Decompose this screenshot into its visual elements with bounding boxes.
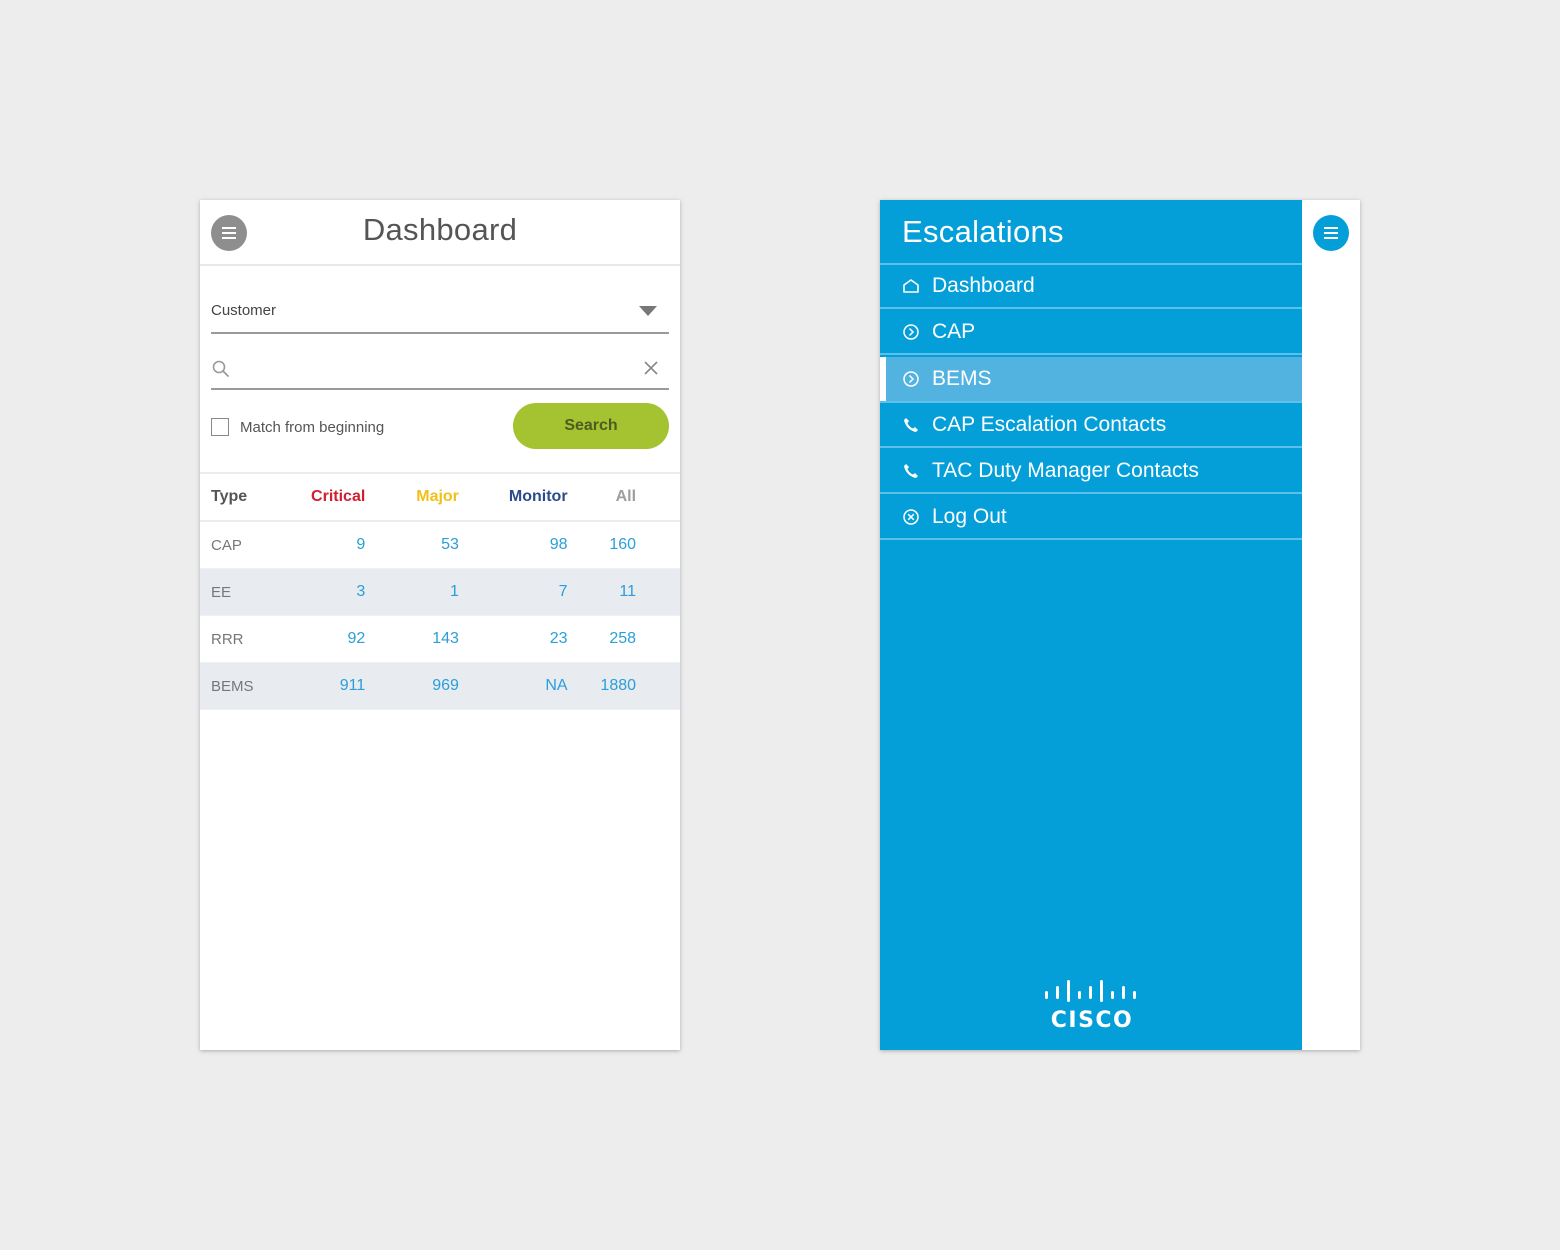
search-icon: [212, 360, 229, 377]
column-header-monitor: Monitor: [458, 474, 568, 522]
cell-all[interactable]: 160: [567, 521, 637, 569]
cell-monitor[interactable]: 7: [458, 568, 568, 616]
cell-major[interactable]: 1: [365, 568, 459, 616]
cisco-wordmark: CISCO: [1050, 1008, 1134, 1033]
cell-all[interactable]: 1880: [567, 662, 637, 710]
nav-item-log-out[interactable]: Log Out: [880, 496, 1302, 540]
phone-icon: [904, 464, 918, 478]
cell-major[interactable]: 969: [365, 662, 459, 710]
spacer: [636, 615, 680, 663]
cell-major[interactable]: 53: [365, 521, 459, 569]
cell-all[interactable]: 258: [567, 615, 637, 663]
cell-major[interactable]: 143: [365, 615, 459, 663]
navigation-drawer: Escalations Dashboard CAP BEMS CAP Escal…: [880, 200, 1302, 1050]
cell-critical[interactable]: 92: [279, 615, 366, 663]
page-title: Dashboard: [362, 212, 518, 247]
home-icon: [903, 279, 919, 293]
drawer-title: Escalations: [902, 214, 1064, 249]
nav-item-bems[interactable]: BEMS: [880, 357, 1302, 403]
spacer: [636, 568, 680, 616]
search-button[interactable]: Search: [513, 403, 669, 449]
checkbox[interactable]: [211, 418, 229, 436]
cell-all[interactable]: 11: [567, 568, 637, 616]
customer-select-value: Customer: [211, 302, 277, 319]
search-input[interactable]: [241, 356, 635, 384]
column-header-type: Type: [200, 474, 280, 522]
spacer: [636, 662, 680, 710]
escalation-summary-table: Type Critical Major Monitor All CAP 9 53…: [200, 474, 680, 710]
cisco-bridge-icon: [1045, 980, 1136, 1002]
cell-monitor[interactable]: 23: [458, 615, 568, 663]
phone-icon: [904, 418, 918, 432]
cisco-logo: CISCO: [1042, 978, 1142, 1033]
cell-type: BEMS: [200, 662, 280, 710]
nav-item-label: CAP: [932, 320, 976, 343]
nav-item-label: BEMS: [932, 367, 992, 390]
table-row[interactable]: RRR 92 143 23 258: [200, 615, 680, 663]
column-header-critical: Critical: [279, 474, 366, 522]
table-header-row: Type Critical Major Monitor All: [200, 474, 680, 522]
cell-type: CAP: [200, 521, 280, 569]
table-row[interactable]: EE 3 1 7 11: [200, 568, 680, 616]
cell-critical[interactable]: 9: [279, 521, 366, 569]
dashboard-screen: Dashboard Customer Match from beginning …: [200, 200, 680, 1050]
cell-type: EE: [200, 568, 280, 616]
nav-item-label: TAC Duty Manager Contacts: [932, 459, 1199, 482]
table-row[interactable]: BEMS 911 969 NA 1880: [200, 662, 680, 710]
cell-monitor[interactable]: NA: [458, 662, 568, 710]
chevron-circle-right-icon: [903, 324, 919, 340]
chevron-down-icon: [639, 306, 657, 316]
close-circle-icon: [903, 509, 919, 525]
escalations-menu-screen: Escalations Dashboard CAP BEMS CAP Escal…: [880, 200, 1360, 1050]
search-field: [211, 352, 669, 390]
nav-item-dashboard[interactable]: Dashboard: [880, 265, 1302, 309]
customer-select[interactable]: Customer: [211, 292, 669, 334]
match-from-beginning-checkbox[interactable]: Match from beginning: [211, 416, 384, 438]
chevron-circle-right-icon: [903, 371, 919, 387]
cell-critical[interactable]: 3: [279, 568, 366, 616]
nav-item-tac-duty-manager-contacts[interactable]: TAC Duty Manager Contacts: [880, 450, 1302, 494]
nav-item-cap-escalation-contacts[interactable]: CAP Escalation Contacts: [880, 404, 1302, 448]
active-indicator: [880, 357, 886, 401]
cell-monitor[interactable]: 98: [458, 521, 568, 569]
spacer: [636, 474, 680, 522]
spacer: [636, 521, 680, 569]
nav-item-label: CAP Escalation Contacts: [932, 413, 1167, 436]
cell-critical[interactable]: 911: [279, 662, 366, 710]
column-header-major: Major: [365, 474, 459, 522]
menu-button[interactable]: [1313, 215, 1349, 251]
nav-item-label: Dashboard: [932, 274, 1035, 297]
table-row[interactable]: CAP 9 53 98 160: [200, 521, 680, 569]
dashboard-header: Dashboard: [200, 200, 680, 266]
hamburger-icon: [1324, 227, 1338, 239]
column-header-all: All: [567, 474, 637, 522]
cell-type: RRR: [200, 615, 280, 663]
close-icon[interactable]: [643, 360, 659, 376]
nav-item-label: Log Out: [932, 505, 1007, 528]
match-from-beginning-label: Match from beginning: [240, 418, 385, 436]
nav-item-cap[interactable]: CAP: [880, 311, 1302, 355]
